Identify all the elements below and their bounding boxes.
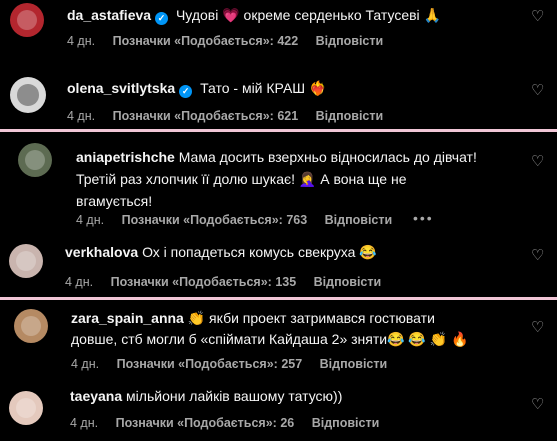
comment-text: Чудові 💗 окреме серденько Татусеві 🙏 [175, 7, 441, 23]
avatar[interactable] [10, 77, 46, 113]
username[interactable]: verkhalova [65, 244, 138, 260]
like-heart-icon[interactable]: ♡ [531, 248, 545, 263]
reply-button[interactable]: Відповісти [316, 109, 384, 123]
reply-button[interactable]: Відповісти [314, 275, 382, 289]
username[interactable]: olena_svitlytska [67, 80, 175, 96]
comment-item: verkhalova Ох і попадеться комусь свекру… [0, 233, 557, 295]
username[interactable]: da_astafieva [67, 7, 151, 23]
likes-count[interactable]: Позначки «Подобається»: 257 [117, 357, 303, 371]
avatar[interactable] [9, 391, 43, 425]
avatar[interactable] [10, 3, 44, 37]
like-heart-icon[interactable]: ♡ [531, 154, 545, 169]
likes-count[interactable]: Позначки «Подобається»: 621 [113, 109, 299, 123]
comment-time[interactable]: 4 дн. [67, 109, 95, 123]
section-divider [0, 129, 557, 132]
likes-count[interactable]: Позначки «Подобається»: 26 [116, 416, 295, 430]
like-heart-icon[interactable]: ♡ [531, 83, 545, 98]
reply-button[interactable]: Відповісти [325, 213, 393, 227]
comment-time[interactable]: 4 дн. [65, 275, 93, 289]
username[interactable]: aniapetrishche [76, 149, 175, 165]
likes-count[interactable]: Позначки «Подобається»: 763 [122, 213, 308, 227]
comment-time[interactable]: 4 дн. [71, 357, 99, 371]
avatar[interactable] [18, 143, 52, 177]
comment-item: taeyana мільйони лайків вашому татусю)) … [0, 378, 557, 441]
section-divider [0, 297, 557, 300]
comment-item: da_astafieva ✓ Чудові 💗 окреме серденько … [0, 0, 557, 60]
comment-text: довше, стб могли б «спіймати Кайдаша 2» … [71, 331, 469, 347]
verified-icon: ✓ [179, 85, 193, 98]
more-options-icon[interactable]: ••• [413, 210, 434, 226]
comment-time[interactable]: 4 дн. [70, 416, 98, 430]
comment-time[interactable]: 4 дн. [76, 213, 104, 227]
likes-count[interactable]: Позначки «Подобається»: 135 [111, 275, 297, 289]
username[interactable]: zara_spain_anna [71, 310, 184, 326]
like-heart-icon[interactable]: ♡ [531, 9, 545, 24]
reply-button[interactable]: Відповісти [312, 416, 380, 430]
comment-text: 👏 якби проект затримався гостювати [187, 310, 435, 326]
reply-button[interactable]: Відповісти [320, 357, 388, 371]
comment-text: вгамується! [76, 193, 153, 209]
comment-text: Тато - мій КРАШ ❤️‍🔥 [200, 80, 327, 96]
comment-item: zara_spain_anna 👏 якби проект затримався… [0, 301, 557, 373]
username[interactable]: taeyana [70, 388, 122, 404]
avatar[interactable] [14, 309, 48, 343]
comment-text: мільйони лайків вашому татусю)) [126, 388, 343, 404]
comment-text: Мама досить взерхньо відносилась до дівч… [178, 149, 477, 165]
avatar[interactable] [9, 244, 43, 278]
likes-count[interactable]: Позначки «Подобається»: 422 [113, 34, 299, 48]
comment-item: aniapetrishche Мама досить взерхньо відн… [0, 133, 557, 233]
comment-item: olena_svitlytska ✓ Тато - мій КРАШ ❤️‍🔥 4… [0, 68, 557, 128]
comment-time[interactable]: 4 дн. [67, 34, 95, 48]
comment-text: Ох і попадеться комусь свекруха 😂 [142, 244, 377, 260]
verified-icon: ✓ [155, 12, 169, 25]
like-heart-icon[interactable]: ♡ [531, 320, 545, 335]
comment-text: Третій раз хлопчик її долю шукає! 🤦‍♀️ А… [76, 171, 407, 187]
like-heart-icon[interactable]: ♡ [531, 397, 545, 412]
reply-button[interactable]: Відповісти [316, 34, 384, 48]
